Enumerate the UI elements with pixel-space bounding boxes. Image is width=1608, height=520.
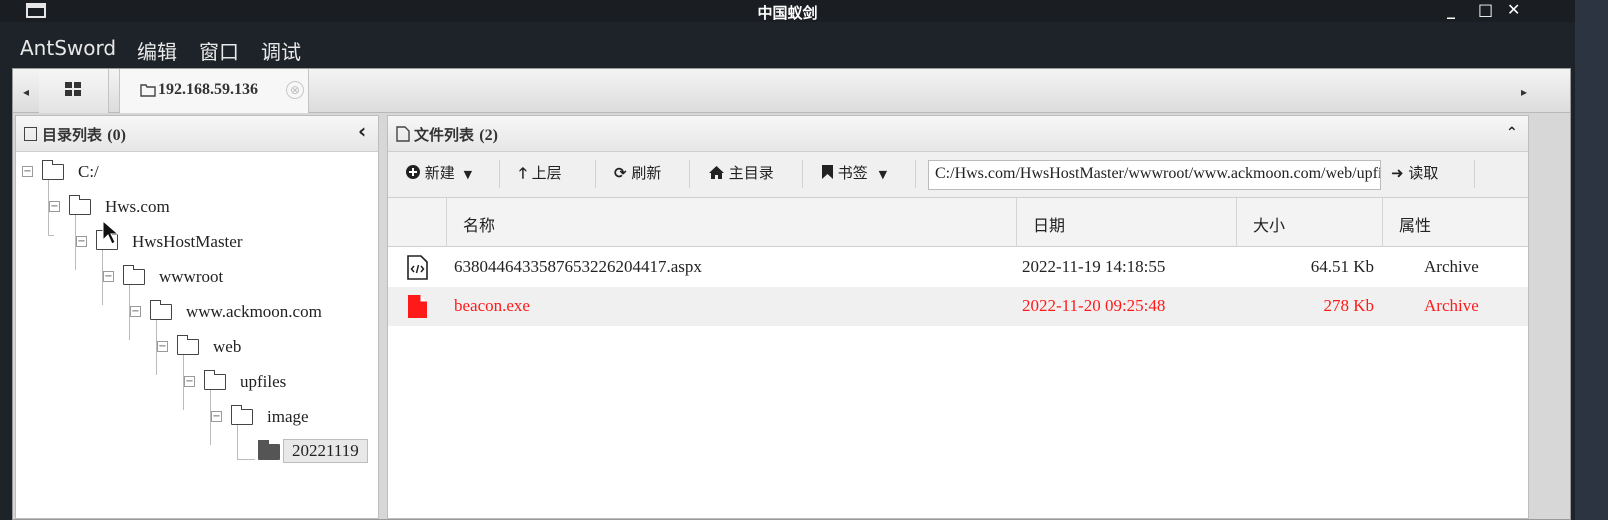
- folder-icon: [122, 265, 145, 285]
- read-button[interactable]: ➜ 读取: [1391, 162, 1438, 186]
- menu-bar: AntSword 编辑 窗口 调试: [0, 28, 1575, 66]
- tab-dashboard[interactable]: [39, 69, 109, 113]
- bookmark-icon: [822, 165, 833, 179]
- file-name: beacon.exe: [454, 296, 530, 315]
- plus-circle-icon: [406, 165, 420, 179]
- title-bar: 中国蚁剑 _ □ ✕: [0, 0, 1575, 22]
- folder-icon: [140, 84, 156, 97]
- caret-down-icon: ▼: [878, 168, 888, 181]
- folder-filled-icon: [257, 440, 280, 460]
- menu-window[interactable]: 窗口: [199, 36, 239, 65]
- directory-count: (0): [107, 127, 126, 144]
- folder-icon: [176, 335, 199, 355]
- file-panel-title: 文件列表: [414, 126, 475, 144]
- new-button[interactable]: 新建 ▼: [406, 162, 472, 186]
- column-size[interactable]: 大小: [1236, 198, 1382, 247]
- tab-host[interactable]: 192.168.59.136 ⊗: [119, 69, 309, 113]
- file-toolbar: 新建 ▼ 🡑 上层 ⟳ 刷新 主目录 书签 ▼ C:/Hws.com/HwsHo…: [388, 152, 1528, 198]
- file-row[interactable]: beacon.exe 2022-11-20 09:25:48 278 Kb Ar…: [388, 287, 1528, 326]
- home-label: 主目录: [728, 164, 774, 182]
- file-name: 6380446433587653226204417.aspx: [454, 257, 702, 276]
- file-icon: [396, 126, 410, 142]
- code-file-icon: [407, 255, 428, 280]
- folder-icon: [149, 300, 172, 320]
- minimize-button[interactable]: _: [1447, 0, 1455, 19]
- column-attr[interactable]: 属性: [1382, 198, 1528, 247]
- file-panel: 文件列表 (2) ⌃ 新建 ▼ 🡑 上层 ⟳ 刷新 主目录 书签 ▼ C:/Hw…: [387, 115, 1529, 519]
- file-panel-header: 文件列表 (2) ⌃: [388, 116, 1528, 152]
- arrow-right-icon: ➜: [1391, 164, 1404, 182]
- column-date[interactable]: 日期: [1016, 198, 1236, 247]
- folder-icon: [24, 127, 37, 141]
- caret-down-icon: ▼: [463, 168, 473, 181]
- close-button[interactable]: ✕: [1507, 0, 1520, 19]
- directory-tree: − C:/ − Hws.com − HwsHostMaster − wwwroo…: [16, 152, 378, 518]
- folder-icon: [203, 370, 226, 390]
- file-attr: Archive: [1424, 257, 1479, 276]
- antsword-window: 中国蚁剑 _ □ ✕ AntSword 编辑 窗口 调试 ◂ 192.168.5…: [0, 0, 1575, 520]
- file-date: 2022-11-19 14:18:55: [1022, 257, 1166, 276]
- home-icon: [709, 166, 724, 179]
- new-label: 新建: [424, 164, 455, 182]
- file-attr: Archive: [1424, 296, 1479, 315]
- folder-icon: [230, 405, 253, 425]
- file-row[interactable]: 6380446433587653226204417.aspx 2022-11-1…: [388, 248, 1528, 287]
- bookmark-label: 书签: [837, 164, 868, 182]
- directory-panel: 目录列表 (0) ‹ − C:/ − Hws.com − HwsHostMast…: [15, 115, 379, 519]
- tab-scroll-left-button[interactable]: ◂: [13, 69, 39, 113]
- collapse-up-icon[interactable]: ⌃: [1506, 125, 1518, 141]
- file-size: 64.51 Kb: [1310, 257, 1374, 276]
- file-size: 278 Kb: [1323, 296, 1374, 315]
- refresh-icon: ⟳: [614, 164, 627, 182]
- tab-close-icon[interactable]: ⊗: [286, 81, 304, 99]
- collapse-left-icon[interactable]: ‹: [358, 119, 366, 143]
- menu-antsword[interactable]: AntSword: [20, 36, 116, 60]
- column-name[interactable]: 名称: [446, 198, 1016, 247]
- home-button[interactable]: 主目录: [709, 162, 774, 186]
- path-input[interactable]: C:/Hws.com/HwsHostMaster/wwwroot/www.ack…: [928, 160, 1381, 190]
- window-title: 中国蚁剑: [757, 4, 818, 22]
- tab-host-label: 192.168.59.136: [158, 81, 258, 98]
- up-button[interactable]: 🡑 上层: [519, 162, 562, 186]
- directory-panel-title: 目录列表: [42, 126, 103, 144]
- maximize-button[interactable]: □: [1478, 0, 1493, 19]
- main-frame: ◂ 192.168.59.136 ⊗ ▸ 目录列表 (0) ‹ − C:/ − …: [12, 68, 1571, 520]
- refresh-label: 刷新: [631, 164, 662, 182]
- read-label: 读取: [1408, 164, 1439, 182]
- tab-bar: ◂ 192.168.59.136 ⊗ ▸: [13, 69, 1570, 113]
- refresh-button[interactable]: ⟳ 刷新: [614, 162, 661, 186]
- menu-debug[interactable]: 调试: [261, 36, 301, 65]
- arrow-up-icon: 🡑: [519, 164, 527, 182]
- file-count: (2): [479, 127, 498, 144]
- directory-panel-header: 目录列表 (0) ‹: [16, 116, 378, 152]
- folder-icon: [41, 160, 64, 180]
- folder-icon: [68, 195, 91, 215]
- bookmark-button[interactable]: 书签 ▼: [822, 162, 887, 186]
- grid-icon: [65, 82, 81, 96]
- up-label: 上层: [531, 164, 562, 182]
- tab-scroll-right-button[interactable]: ▸: [1511, 69, 1537, 113]
- mouse-cursor-icon: [102, 220, 120, 245]
- file-grid-header: 名称 日期 大小 属性: [388, 198, 1528, 247]
- file-date: 2022-11-20 09:25:48: [1022, 296, 1166, 315]
- file-filled-icon: [408, 295, 427, 318]
- menu-edit[interactable]: 编辑: [137, 36, 177, 65]
